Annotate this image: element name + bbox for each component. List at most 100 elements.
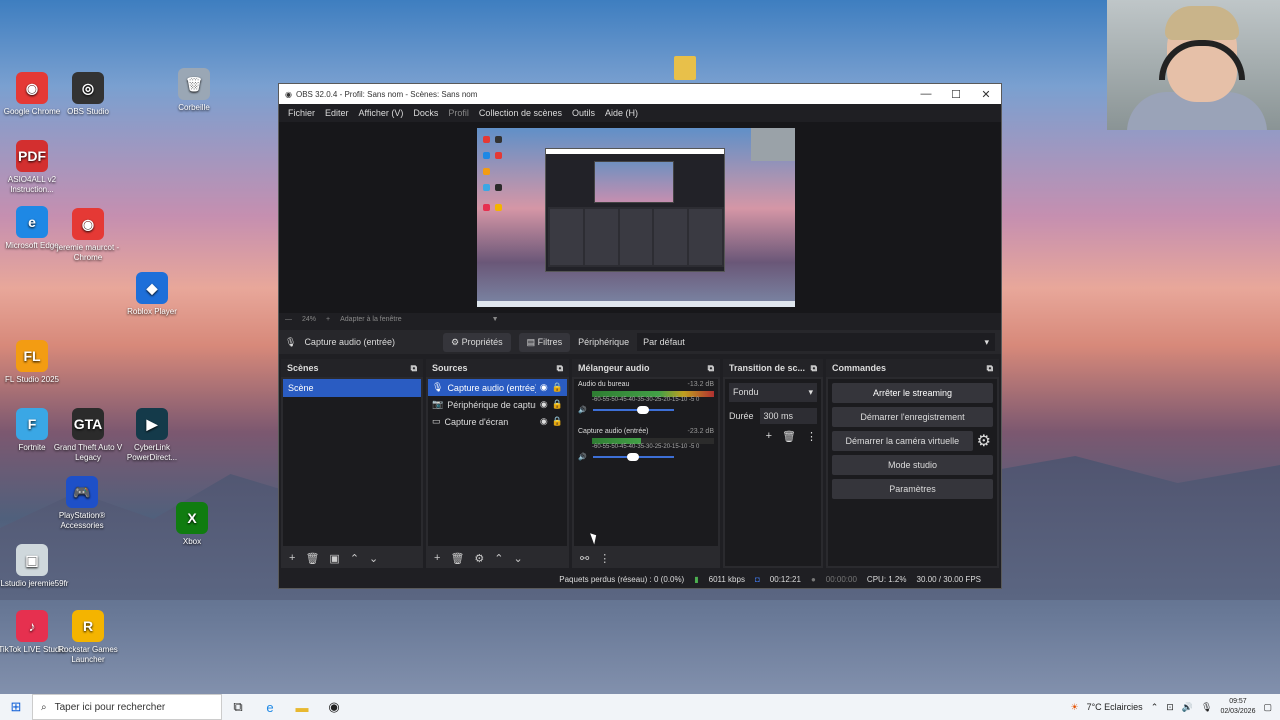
more-icon[interactable]: ⋮	[599, 552, 610, 565]
virtual-camera-button[interactable]: Démarrer la caméra virtuelle	[832, 431, 973, 451]
menu-item[interactable]: Docks	[408, 108, 443, 118]
desktop-icon[interactable]: ◆ Roblox Player	[112, 272, 192, 317]
lock-icon[interactable]: 🔒	[552, 399, 563, 410]
add-icon[interactable]: +	[434, 552, 440, 564]
title-bar[interactable]: ◉ OBS 32.0.4 - Profil: Sans nom - Scènes…	[279, 84, 1001, 104]
app-icon: 🎮	[66, 476, 98, 508]
desktop-icon[interactable]: ◉ jeremie maurcot - Chrome	[48, 208, 128, 263]
file-explorer-icon[interactable]: ▬	[286, 700, 318, 715]
link-icon[interactable]: ⚯	[580, 552, 589, 565]
desktop-icon[interactable]: PDF ASIO4ALL v2 Instruction...	[0, 140, 72, 195]
menu-item[interactable]: Afficher (V)	[354, 108, 409, 118]
edge-icon[interactable]: e	[254, 700, 286, 715]
obs-taskbar-icon[interactable]: ◉	[318, 699, 350, 715]
start-recording-button[interactable]: Démarrer l'enregistrement	[832, 407, 993, 427]
filter-icon[interactable]: ▣	[329, 552, 339, 565]
add-icon[interactable]: +	[289, 552, 295, 564]
transition-select[interactable]: Fondu ▾	[729, 383, 817, 402]
mixer-channel: Audio du bureau -13.2 dB -60-55-50-45-40-…	[574, 379, 718, 416]
desktop-icon[interactable]: 🎮 PlayStation® Accessories	[42, 476, 122, 531]
chevron-down-icon[interactable]: ▼	[492, 316, 499, 323]
desktop-icon[interactable]: X Xbox	[152, 502, 232, 547]
zoom-in-button[interactable]: +	[326, 316, 330, 323]
trash-icon[interactable]: 🗑	[305, 552, 319, 565]
trash-icon[interactable]: 🗑	[450, 552, 464, 565]
lock-icon[interactable]: 🔒	[552, 382, 563, 393]
undock-icon[interactable]: ⧉	[811, 363, 817, 374]
slider-knob[interactable]	[637, 406, 650, 414]
network-icon[interactable]: ⊡	[1166, 702, 1174, 713]
stream-preview[interactable]	[477, 128, 795, 307]
menu-item[interactable]: Fichier	[283, 108, 320, 118]
more-icon[interactable]: ⋮	[806, 430, 817, 443]
zoom-out-button[interactable]: —	[285, 316, 292, 323]
windows-start-icon[interactable]: ⊞	[0, 699, 32, 715]
preview-desktop-icon	[495, 204, 502, 211]
folder-icon[interactable]	[674, 56, 696, 80]
undock-icon[interactable]: ⧉	[708, 363, 714, 374]
move-up-icon[interactable]: ⌃	[350, 552, 359, 565]
system-tray: ☀ 7°C Eclaircies ⌃ ⊡ 🔊 🎙 09:57 02/03/2026…	[1070, 697, 1280, 717]
close-button[interactable]: ✕	[971, 88, 1001, 101]
source-item[interactable]: 🎙 Capture audio (entrée) ◉ 🔒	[428, 379, 567, 396]
desktop-icon[interactable]: FL FL Studio 2025	[0, 340, 72, 385]
properties-button[interactable]: ⚙ Propriétés	[443, 332, 511, 352]
stop-streaming-button[interactable]: Arrêter le streaming	[832, 383, 993, 403]
undock-icon[interactable]: ⧉	[987, 363, 993, 374]
volume-slider[interactable]	[592, 406, 674, 414]
weather-text[interactable]: 7°C Eclaircies	[1087, 702, 1143, 712]
volume-slider[interactable]	[592, 453, 674, 461]
eye-icon[interactable]: ◉	[540, 382, 548, 393]
menu-item[interactable]: Outils	[567, 108, 600, 118]
taskbar-search[interactable]: ⌕ Taper ici pour rechercher	[32, 694, 222, 720]
duration-input[interactable]: 300 ms	[759, 408, 817, 424]
speaker-icon[interactable]: 🔊	[578, 406, 587, 414]
menu-item[interactable]: Profil	[443, 108, 474, 118]
speaker-icon[interactable]: 🔊	[578, 453, 587, 461]
lock-icon[interactable]: 🔒	[552, 416, 563, 427]
desktop-icon[interactable]: ◎ OBS Studio	[48, 72, 128, 117]
slider-knob[interactable]	[626, 453, 639, 461]
minimize-button[interactable]: —	[911, 88, 941, 100]
move-up-icon[interactable]: ⌃	[494, 552, 503, 565]
source-item[interactable]: ▭ Capture d'écran ◉ 🔒	[428, 413, 567, 430]
clock[interactable]: 09:57 02/03/2026	[1220, 697, 1255, 717]
studio-mode-button[interactable]: Mode studio	[832, 455, 993, 475]
add-icon[interactable]: +	[766, 430, 772, 443]
record-icon: ●	[810, 574, 816, 584]
move-down-icon[interactable]: ⌄	[514, 552, 523, 565]
preview-obs-docks	[548, 207, 724, 267]
settings-button[interactable]: Paramètres	[832, 479, 993, 499]
filters-button[interactable]: ▤ Filtres	[518, 332, 571, 352]
menu-item[interactable]: Editer	[320, 108, 354, 118]
source-item[interactable]: 📷Périphérique de capture vidéo ◉ 🔒	[428, 396, 567, 413]
scene-item[interactable]: Scène	[283, 379, 421, 397]
microphone-icon[interactable]: 🎙	[1201, 702, 1212, 713]
fit-window-select[interactable]: Adapter à la fenêtre	[340, 316, 402, 323]
task-view-icon[interactable]: ⧉	[222, 699, 254, 715]
desktop-icon[interactable]: R Rockstar Games Launcher	[48, 610, 128, 665]
commands-title: Commandes	[832, 363, 887, 373]
gear-icon[interactable]: ⚙	[474, 552, 484, 565]
gear-icon[interactable]: ⚙	[977, 431, 991, 451]
chevron-up-icon[interactable]: ⌃	[1151, 702, 1159, 713]
desktop-icon[interactable]: ▶ CyberLink PowerDirect...	[112, 408, 192, 463]
notification-icon[interactable]: ▢	[1263, 702, 1272, 713]
app-icon: ▶	[136, 408, 168, 440]
undock-icon[interactable]: ⧉	[411, 363, 417, 374]
desktop-icon[interactable]: 🗑 Corbeille	[154, 68, 234, 113]
mixer-title: Mélangeur audio	[578, 363, 650, 373]
trash-icon[interactable]: 🗑	[782, 430, 796, 443]
eye-icon[interactable]: ◉	[540, 416, 548, 427]
volume-icon[interactable]: 🔊	[1182, 702, 1193, 713]
device-select[interactable]: Par défaut ▾	[637, 333, 995, 351]
app-icon: PDF	[16, 140, 48, 172]
maximize-button[interactable]: ☐	[941, 88, 971, 101]
menu-item[interactable]: Aide (H)	[600, 108, 643, 118]
desktop-icon[interactable]: ▣ FLstudio jeremie59fr	[0, 544, 72, 589]
undock-icon[interactable]: ⧉	[557, 363, 563, 374]
move-down-icon[interactable]: ⌄	[369, 552, 378, 565]
eye-icon[interactable]: ◉	[540, 399, 548, 410]
menu-item[interactable]: Collection de scènes	[474, 108, 567, 118]
channel-name: Audio du bureau	[578, 381, 630, 388]
